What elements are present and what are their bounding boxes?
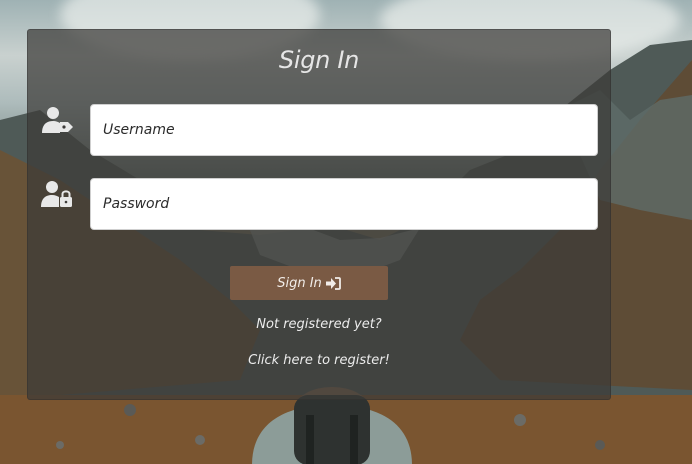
sign-in-panel: Sign In Sign In Not registered yet? Clic… — [27, 29, 611, 400]
sign-in-button[interactable]: Sign In — [230, 266, 388, 300]
user-lock-icon — [41, 181, 72, 207]
password-input[interactable] — [90, 178, 598, 230]
sign-in-button-label: Sign In — [277, 275, 322, 291]
sign-in-icon — [325, 276, 341, 290]
not-registered-text: Not registered yet? — [256, 317, 382, 332]
user-tag-icon — [42, 107, 73, 133]
username-input[interactable] — [90, 104, 598, 156]
register-link[interactable]: Click here to register! — [28, 353, 610, 368]
page-title: Sign In — [278, 46, 360, 74]
